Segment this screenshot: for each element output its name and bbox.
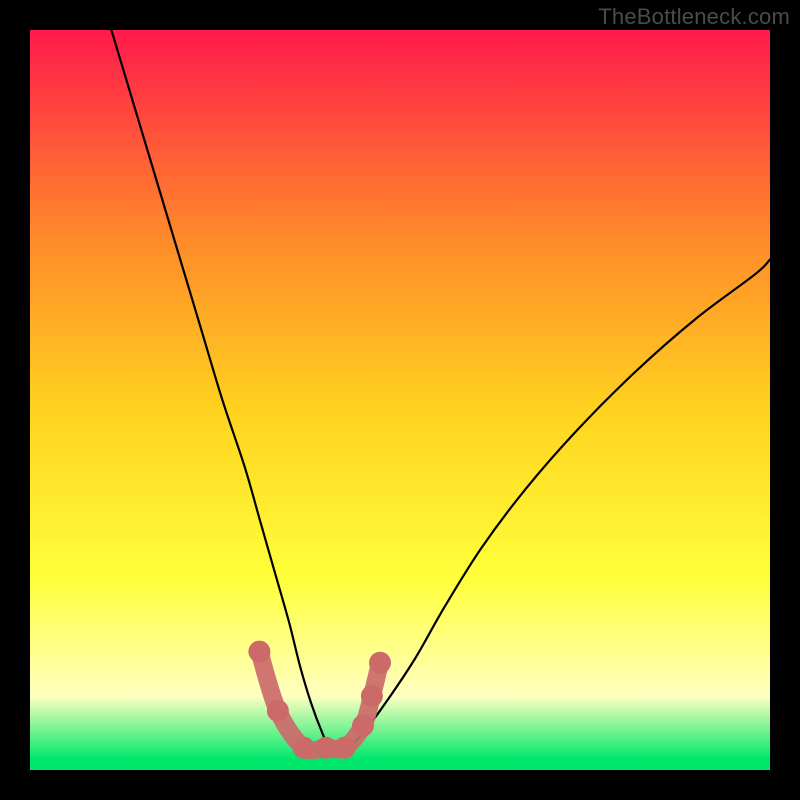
marker-dot (369, 652, 391, 674)
marker-dot (334, 737, 356, 759)
marker-dot (361, 685, 383, 707)
watermark-text: TheBottleneck.com (598, 4, 790, 30)
marker-dot (267, 700, 289, 722)
plot-area (30, 30, 770, 770)
curve-layer (30, 30, 770, 770)
bottleneck-curve (111, 30, 770, 749)
marker-dot (248, 641, 270, 663)
marker-dot (352, 715, 374, 737)
marker-dot (293, 737, 315, 759)
chart-frame: TheBottleneck.com (0, 0, 800, 800)
